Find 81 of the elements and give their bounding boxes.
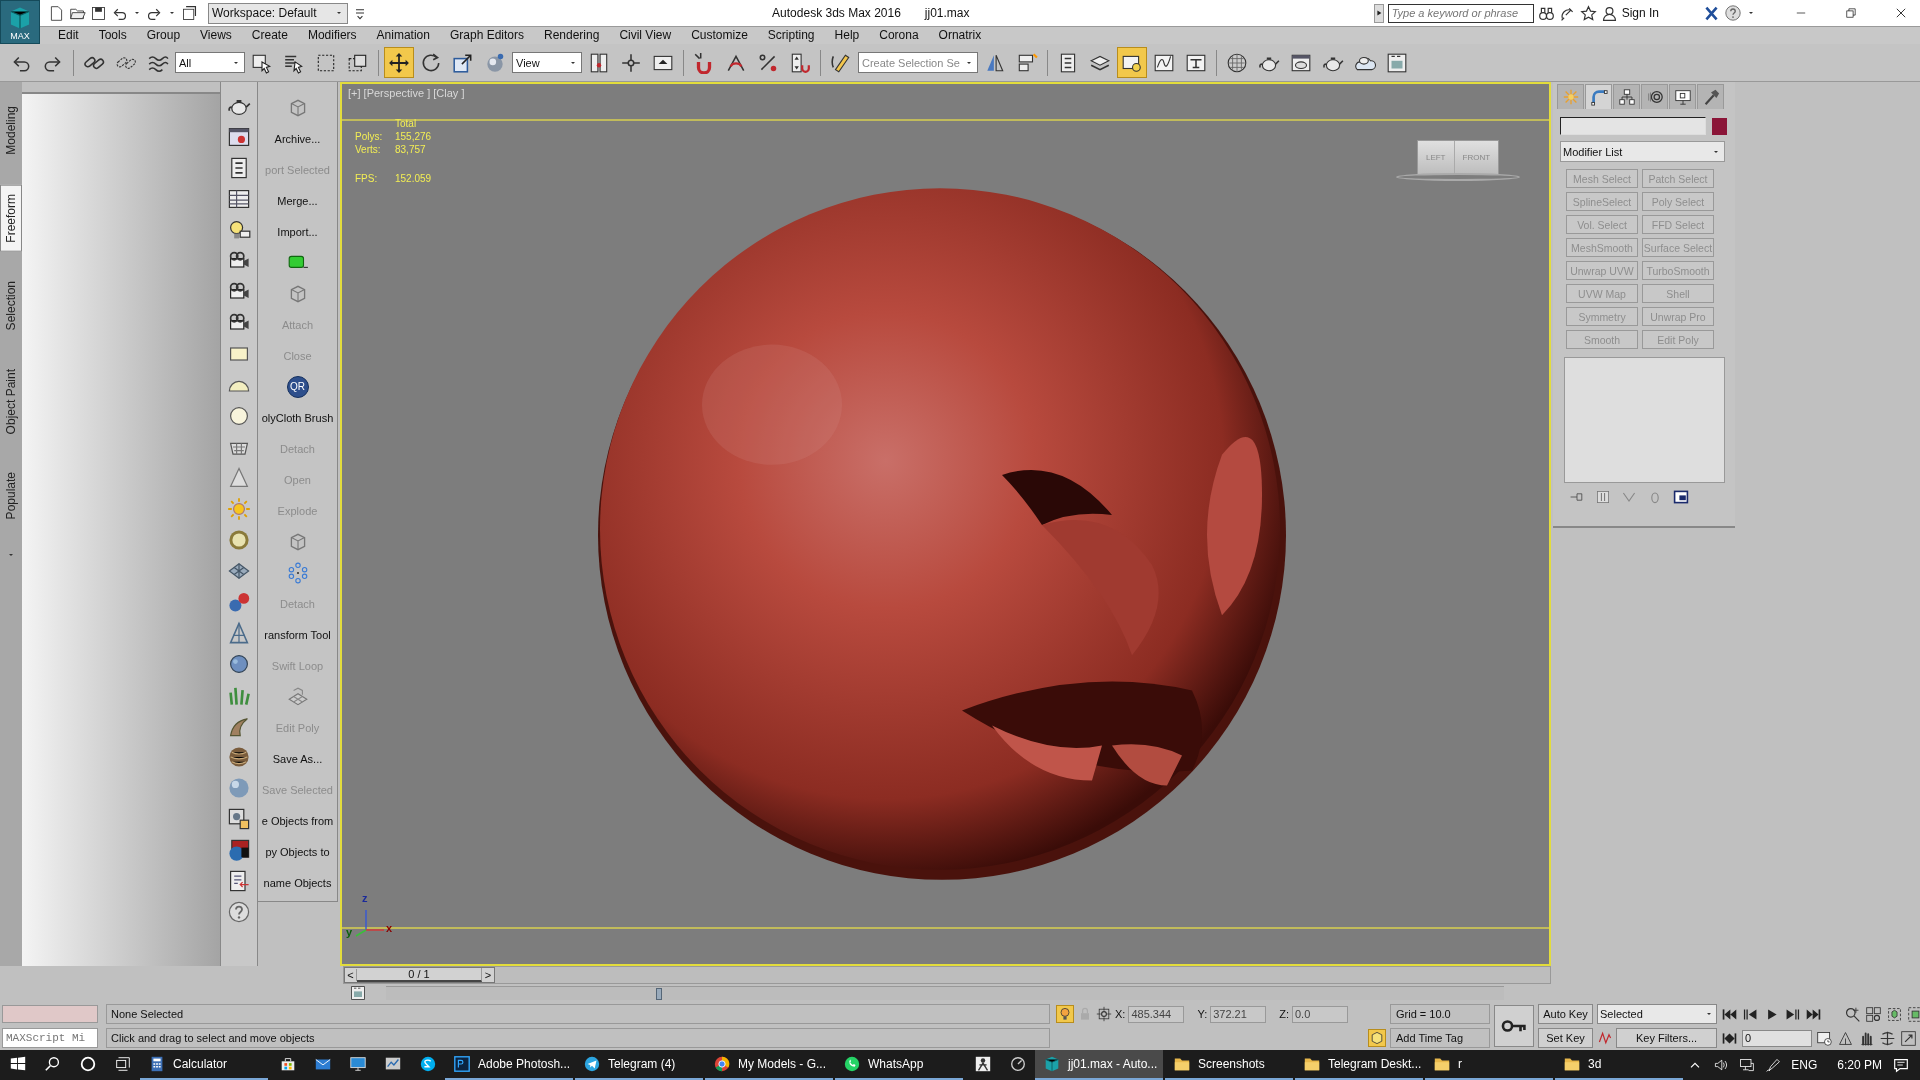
ribbon-tab[interactable]: Object Paint <box>1 360 21 443</box>
panel-button[interactable]: olyCloth Brush <box>258 402 337 433</box>
menu-item[interactable]: Scripting <box>757 27 825 44</box>
stat-label: FPS: <box>355 173 379 184</box>
sign-in-link[interactable]: Sign In <box>1621 6 1659 20</box>
stats-header: Total <box>395 118 418 129</box>
set-key-button[interactable]: Set Key <box>1538 1028 1593 1048</box>
coord-field[interactable]: 485.344 <box>1128 1005 1185 1023</box>
ribbon-tab[interactable]: Populate <box>1 464 21 528</box>
menu-item[interactable]: Modifiers <box>297 27 367 44</box>
taskbar-app[interactable]: WhatsApp <box>835 1050 963 1080</box>
stat-label: Verts: <box>355 144 382 155</box>
stat-value: 152.059 <box>395 173 432 184</box>
cube-face-label: LEFT <box>1417 141 1455 174</box>
auto-key-button[interactable]: Auto Key <box>1538 1004 1593 1024</box>
taskbar-app[interactable]: Telegram Deskt... <box>1295 1050 1423 1080</box>
coord-field[interactable]: 0.0 <box>1292 1005 1348 1023</box>
menu-item[interactable]: Ornatrix <box>928 27 992 44</box>
menu-item[interactable]: Animation <box>366 27 440 44</box>
stat-value: 83,757 <box>395 144 427 155</box>
panel-button[interactable]: Import... <box>258 216 337 247</box>
time-tag-button[interactable]: Add Time Tag <box>1390 1028 1490 1048</box>
taskbar-app[interactable]: Telegram (4) <box>575 1050 703 1080</box>
taskbar-app[interactable]: Adobe Photosh... <box>445 1050 573 1080</box>
taskbar-app[interactable]: jj01.max - Auto... <box>1035 1050 1163 1080</box>
dropdown[interactable]: All <box>175 52 245 73</box>
taskbar-app[interactable]: Calculator <box>140 1050 268 1080</box>
taskbar-app[interactable]: Screenshots <box>1165 1050 1293 1080</box>
app-title: Autodesk 3ds Max 2016 <box>772 6 901 20</box>
workspace-dropdown[interactable]: Workspace: Default <box>208 2 348 24</box>
ribbon-tab[interactable]: Freeform <box>0 184 22 252</box>
axis-label: z <box>362 892 368 904</box>
prompt-text: Click and drag to select and move objects <box>106 1028 1050 1048</box>
time-slider-thumb[interactable]: < 0 / 1 > <box>344 967 495 983</box>
panel-button[interactable]: name Objects <box>258 867 337 898</box>
panel-button[interactable]: Save As... <box>258 743 337 774</box>
stat-label: Polys: <box>355 131 384 142</box>
qr-button[interactable]: QR <box>286 375 309 398</box>
maxscript-field[interactable]: MAXScript Mi <box>2 1028 98 1048</box>
grid-readout: Grid = 10.0 <box>1390 1004 1490 1024</box>
panel-button[interactable]: ransform Tool <box>258 619 337 650</box>
menu-item[interactable]: Corona <box>869 27 929 44</box>
panel-button[interactable]: py Objects to <box>258 836 337 867</box>
selection-set-dropdown[interactable]: Create Selection Se <box>858 52 978 73</box>
search-field[interactable]: Type a keyword or phrase <box>1387 3 1534 23</box>
stat-value: 155,276 <box>395 131 432 142</box>
menu-item[interactable]: Civil View <box>609 27 682 44</box>
menu-item[interactable]: Edit <box>48 27 89 44</box>
menu-item[interactable]: Customize <box>681 27 758 44</box>
language-indicator[interactable]: ENG <box>1791 1058 1818 1072</box>
coord-label: Z: <box>1279 1008 1289 1020</box>
coord-label: Y: <box>1197 1008 1208 1020</box>
menu-item[interactable]: Help <box>824 27 870 44</box>
status-text: None Selected <box>106 1004 1050 1024</box>
ribbon-tab[interactable]: Modeling <box>1 98 21 163</box>
axis-label: x <box>386 922 393 934</box>
menu-item[interactable]: Create <box>241 27 298 44</box>
taskbar-app[interactable]: 3d <box>1555 1050 1683 1080</box>
taskbar-app[interactable]: My Models - G... <box>705 1050 833 1080</box>
panel-button[interactable]: Merge... <box>258 185 337 216</box>
menu-item[interactable]: Graph Editors <box>439 27 534 44</box>
panel-button[interactable]: Archive... <box>258 123 337 154</box>
menu-item[interactable]: Rendering <box>534 27 610 44</box>
ribbon-tab[interactable]: Selection <box>1 273 21 339</box>
dropdown[interactable]: View <box>512 52 582 73</box>
coord-field[interactable]: 372.21 <box>1210 1005 1267 1023</box>
coord-label: X: <box>1115 1008 1126 1020</box>
menu-item[interactable]: Tools <box>88 27 137 44</box>
key-mode-dropdown[interactable]: Selected <box>1597 1004 1717 1024</box>
clock[interactable]: 6:20 PM <box>1837 1058 1882 1072</box>
app-menu-button[interactable]: MAX <box>0 0 40 44</box>
panel-button[interactable]: e Objects from <box>258 805 337 836</box>
menu-item[interactable]: Views <box>190 27 242 44</box>
key-filters-button[interactable]: Key Filters... <box>1616 1028 1717 1048</box>
cube-face-label: FRONT <box>1461 152 1492 164</box>
file-name: jj01.max <box>924 6 970 20</box>
menu-item[interactable]: Group <box>136 27 191 44</box>
frame-field[interactable]: 0 <box>1742 1029 1812 1047</box>
axis-label: y <box>346 926 353 938</box>
modifier-list-dropdown[interactable]: Modifier List <box>1560 141 1725 162</box>
taskbar-app[interactable]: r <box>1425 1050 1553 1080</box>
